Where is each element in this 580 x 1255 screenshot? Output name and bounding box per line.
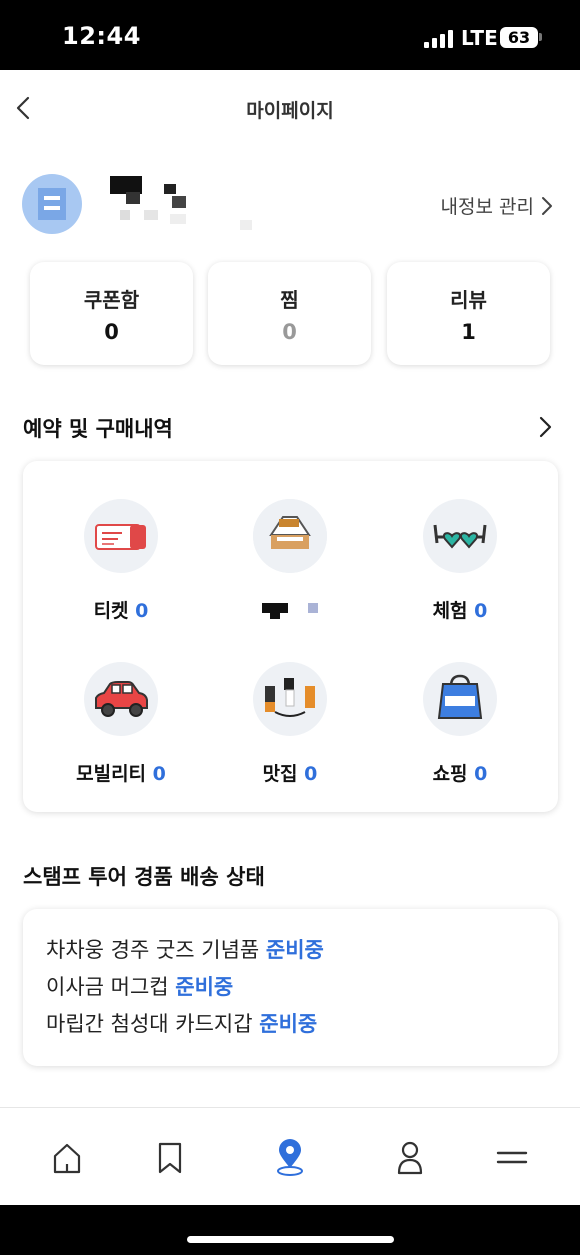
- location-pin-icon: [277, 1139, 303, 1176]
- chevron-right-icon: [542, 196, 552, 215]
- category-label: [210, 596, 370, 619]
- profile-section: 내정보 관리: [0, 170, 580, 240]
- manage-info-label: 내정보 관리: [440, 196, 534, 218]
- home-indicator-area: [0, 1205, 580, 1255]
- lodging-icon: [253, 499, 327, 573]
- stat-label: 리뷰: [450, 288, 487, 312]
- stat-label: 쿠폰함: [83, 288, 140, 312]
- category-label: 체험 0: [432, 600, 488, 622]
- restaurant-icon: [253, 662, 327, 736]
- category-experience[interactable]: 체험 0: [380, 499, 540, 629]
- battery-icon: 63: [500, 27, 538, 48]
- coupon-card[interactable]: 쿠폰함 0: [30, 262, 193, 365]
- stamp-item: 마립간 첨성대 카드지갑 준비중: [46, 1012, 318, 1036]
- bookmark-icon: [158, 1142, 182, 1174]
- avatar-icon: [38, 188, 66, 220]
- car-icon: [84, 662, 158, 736]
- category-restaurant[interactable]: 맛집 0: [210, 662, 370, 792]
- bottom-tab-bar: [0, 1107, 580, 1205]
- category-label: 티켓 0: [93, 600, 149, 622]
- signal-icon: [424, 30, 454, 48]
- header: 마이페이지: [0, 70, 580, 146]
- stamp-panel: 차차웅 경주 굿즈 기념품 준비중 이사금 머그컵 준비중 마립간 첨성대 카드…: [23, 909, 558, 1066]
- shopping-bag-icon: [423, 662, 497, 736]
- booking-more-button[interactable]: [536, 414, 556, 440]
- ticket-icon: [84, 499, 158, 573]
- booking-panel: 티켓 0 체험 0 모빌리티 0 맛집 0 쇼핑 0: [23, 461, 558, 812]
- sunglasses-icon: [423, 499, 497, 573]
- chevron-right-icon: [539, 416, 552, 438]
- stamp-section-title: 스탬프 투어 경품 배송 상태: [23, 865, 265, 889]
- category-label: 모빌리티 0: [76, 763, 166, 785]
- stats-row: 쿠폰함 0 찜 0 리뷰 1: [30, 262, 550, 365]
- booking-section-title: 예약 및 구매내역: [23, 417, 173, 441]
- tab-home[interactable]: [47, 1138, 87, 1178]
- wishlist-card[interactable]: 찜 0: [208, 262, 371, 365]
- home-indicator[interactable]: [187, 1236, 394, 1243]
- category-label: 쇼핑 0: [432, 763, 488, 785]
- stat-value: 0: [104, 320, 119, 344]
- stamp-item: 차차웅 경주 굿즈 기념품 준비중: [46, 938, 324, 962]
- category-lodging[interactable]: [210, 499, 370, 629]
- battery-nub: [539, 33, 542, 41]
- stat-value: 0: [282, 320, 297, 344]
- category-shopping[interactable]: 쇼핑 0: [380, 662, 540, 792]
- tab-bookmark[interactable]: [150, 1138, 190, 1178]
- blurred-username: [100, 170, 270, 240]
- home-icon: [53, 1143, 81, 1174]
- person-icon: [397, 1141, 423, 1175]
- stat-value: 1: [461, 320, 476, 344]
- category-ticket[interactable]: 티켓 0: [41, 499, 201, 629]
- avatar: [22, 174, 82, 234]
- status-time: 12:44: [62, 22, 141, 50]
- network-label: LTE: [461, 26, 498, 50]
- menu-icon: [496, 1151, 528, 1164]
- review-card[interactable]: 리뷰 1: [387, 262, 550, 365]
- stamp-item: 이사금 머그컵 준비중: [46, 975, 234, 999]
- tab-menu[interactable]: [492, 1138, 532, 1178]
- manage-info-link[interactable]: 내정보 관리: [441, 192, 554, 219]
- stat-label: 찜: [280, 288, 299, 312]
- tab-map[interactable]: [270, 1138, 310, 1178]
- status-bar: 12:44 LTE 63: [0, 0, 580, 70]
- tab-profile[interactable]: [390, 1138, 430, 1178]
- category-label: 맛집 0: [262, 763, 318, 785]
- page-title: 마이페이지: [246, 100, 334, 122]
- category-mobility[interactable]: 모빌리티 0: [41, 662, 201, 792]
